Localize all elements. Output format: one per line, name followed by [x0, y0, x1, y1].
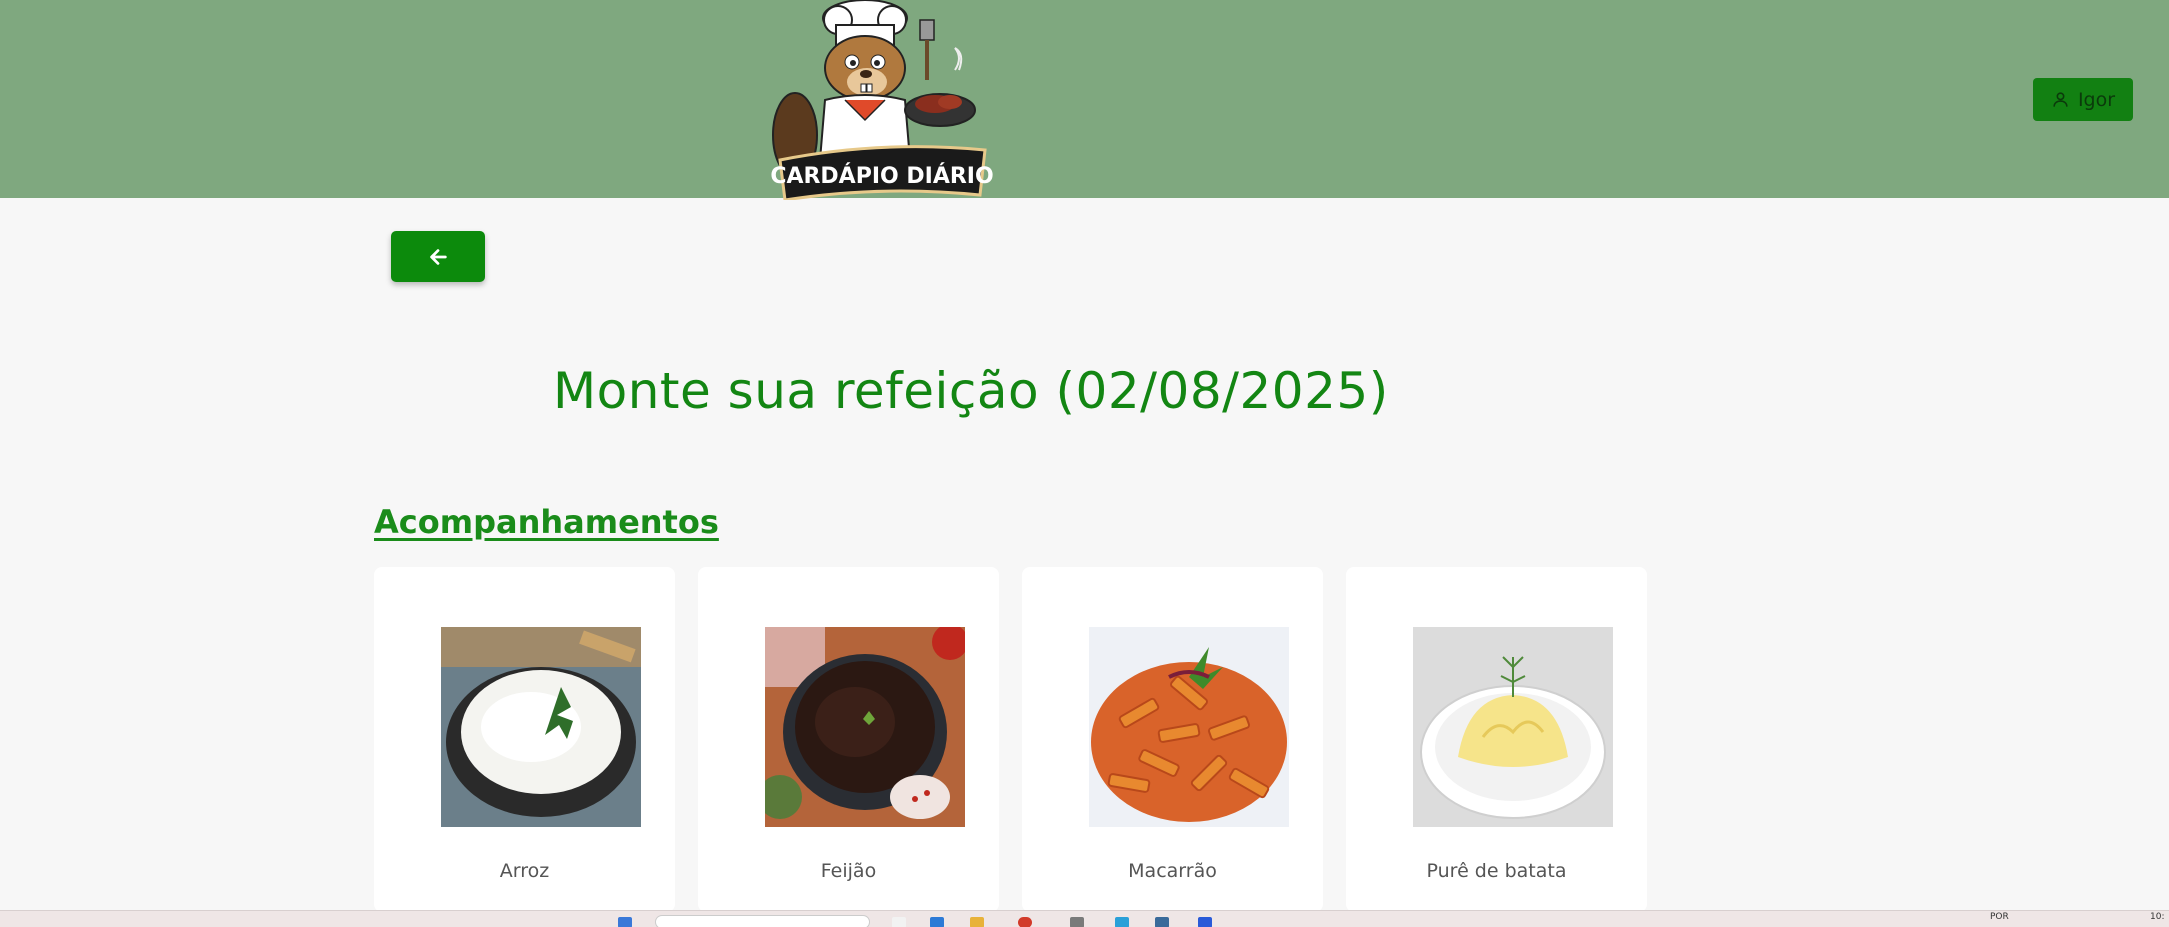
taskbar-search[interactable]	[655, 915, 870, 927]
food-card-arroz[interactable]: Arroz	[374, 567, 675, 912]
section-title-acompanhamentos[interactable]: Acompanhamentos	[374, 503, 719, 541]
windows-start-icon[interactable]	[618, 917, 632, 927]
food-card-macarrao[interactable]: Macarrão	[1022, 567, 1323, 912]
taskbar-app-icon[interactable]	[1115, 917, 1129, 927]
food-card-pure-de-batata[interactable]: Purê de batata	[1346, 567, 1647, 912]
taskbar-app-icon[interactable]	[1155, 917, 1169, 927]
side-dish-list: Arroz Feijão Macarrão Purê de batata	[374, 567, 1649, 912]
taskbar-app-icon[interactable]	[892, 917, 906, 927]
cardapio-diario-logo[interactable]: CARDÁPIO DIÁRIO	[770, 0, 995, 202]
os-taskbar: POR 10:	[0, 910, 2169, 927]
folder-icon[interactable]	[970, 917, 984, 927]
food-card-label: Purê de batata	[1426, 860, 1567, 882]
rice-bowl-image	[441, 627, 641, 827]
taskbar-app-icon[interactable]	[1070, 917, 1084, 927]
penne-pasta-image	[1089, 627, 1289, 827]
food-card-label: Arroz	[499, 860, 550, 882]
user-icon	[2053, 92, 2068, 107]
user-name: Igor	[2077, 88, 2116, 111]
user-account-button[interactable]: Igor	[2033, 78, 2133, 121]
site-header: CARDÁPIO DIÁRIO Igor	[0, 0, 2169, 202]
taskbar-clock[interactable]: 10:	[2150, 912, 2164, 922]
food-card-label: Feijão	[820, 860, 877, 882]
browser-icon[interactable]	[1018, 917, 1032, 927]
black-beans-pot-image	[765, 627, 965, 827]
svg-text:CARDÁPIO DIÁRIO: CARDÁPIO DIÁRIO	[770, 163, 993, 189]
arrow-left-icon	[430, 248, 447, 265]
taskbar-app-icon[interactable]	[1198, 917, 1212, 927]
beaver-chef-logo-icon: CARDÁPIO DIÁRIO	[770, 0, 994, 202]
mashed-potato-image	[1413, 627, 1613, 827]
food-card-label: Macarrão	[1128, 860, 1217, 882]
taskbar-app-icon[interactable]	[930, 917, 944, 927]
back-button[interactable]	[391, 231, 485, 282]
keyboard-language[interactable]: POR	[1990, 912, 2009, 922]
food-card-feijao[interactable]: Feijão	[698, 567, 999, 912]
page-title: Monte sua refeição (02/08/2025)	[553, 362, 1389, 420]
